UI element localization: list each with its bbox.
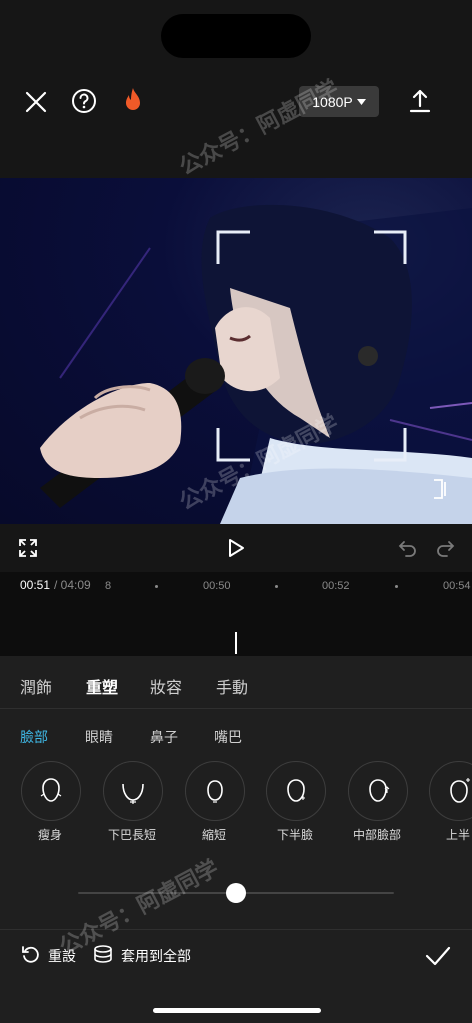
undo-icon[interactable]	[396, 537, 420, 559]
subtab-eyes[interactable]: 眼睛	[85, 727, 113, 747]
reset-icon[interactable]	[20, 944, 42, 966]
timeline-tick: 00:52	[322, 580, 350, 592]
apply-all-button[interactable]: 套用到全部	[121, 946, 191, 966]
reshape-option-chin-length[interactable]	[103, 761, 163, 821]
confirm-check-icon[interactable]	[424, 943, 452, 969]
tab-manual[interactable]: 手動	[216, 674, 248, 698]
export-icon[interactable]	[405, 86, 435, 116]
tab-reshape[interactable]: 重塑	[86, 674, 118, 698]
face-slim-icon	[40, 778, 62, 802]
close-icon[interactable]	[22, 88, 50, 116]
tab-makeup[interactable]: 妝容	[150, 674, 182, 698]
reshape-option-lower-face[interactable]	[266, 761, 326, 821]
reshape-option-label: 下半臉	[276, 828, 313, 842]
chin-icon	[122, 783, 144, 804]
bottom-divider	[0, 929, 472, 930]
reshape-option-shorten[interactable]	[185, 761, 245, 821]
lower-face-icon	[287, 779, 305, 802]
subtab-nose[interactable]: 鼻子	[150, 727, 178, 747]
dynamic-island	[161, 14, 311, 58]
fullscreen-icon[interactable]	[16, 536, 40, 560]
face-shorten-icon	[207, 780, 223, 803]
reshape-option-mid-face[interactable]	[348, 761, 408, 821]
reshape-option-label: 瘦身	[37, 828, 62, 842]
total-time: / 04:09	[54, 578, 91, 592]
timeline-tick: 8	[105, 580, 112, 592]
resolution-label: 1080P	[312, 93, 353, 110]
timeline-dot	[155, 585, 158, 588]
resolution-button[interactable]: 1080P	[299, 86, 379, 117]
subtab-mouth[interactable]: 嘴巴	[214, 727, 242, 747]
intensity-slider-knob[interactable]	[226, 883, 246, 903]
timeline-tick: 00:50	[203, 580, 231, 592]
caret-down-icon	[356, 98, 366, 105]
reshape-option-slim[interactable]	[21, 761, 81, 821]
reset-button[interactable]: 重設	[48, 946, 76, 966]
reshape-option-label: 中部臉部	[352, 828, 401, 842]
apply-all-icon[interactable]	[92, 943, 114, 967]
current-time: 00:51	[20, 578, 51, 592]
reshape-option-label: 下巴長短	[107, 828, 156, 842]
reshape-option-label: 上半	[445, 828, 470, 842]
timeline-dot	[395, 585, 398, 588]
timeline-tick: 00:54	[443, 580, 471, 592]
fire-icon[interactable]	[118, 85, 148, 117]
timeline-dot	[275, 585, 278, 588]
video-frame	[40, 204, 472, 524]
playhead[interactable]	[235, 632, 237, 654]
redo-icon[interactable]	[433, 537, 457, 559]
video-preview[interactable]	[0, 178, 472, 524]
tab-divider	[0, 708, 472, 709]
help-icon[interactable]	[70, 87, 98, 115]
play-icon[interactable]	[224, 536, 248, 560]
mid-face-icon	[369, 779, 390, 802]
home-indicator	[153, 1008, 321, 1013]
tab-retouch[interactable]: 潤飾	[20, 674, 52, 698]
subtab-face[interactable]: 臉部	[20, 727, 48, 747]
reshape-option-label: 縮短	[201, 828, 226, 842]
upper-face-icon	[450, 778, 470, 803]
